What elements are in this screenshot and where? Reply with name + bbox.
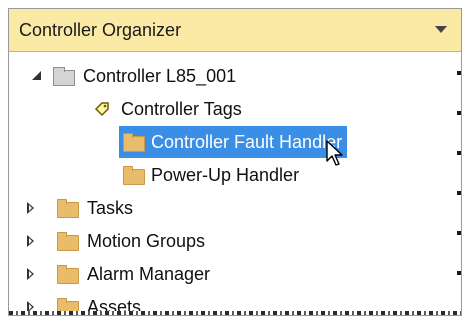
folder-icon bbox=[123, 166, 145, 185]
expand-closed-icon[interactable] bbox=[25, 202, 37, 214]
tree-item-label: Alarm Manager bbox=[87, 263, 211, 284]
tree-item-label: Motion Groups bbox=[87, 230, 206, 251]
torn-bottom-edge bbox=[9, 311, 461, 315]
controller-icon bbox=[53, 67, 75, 86]
tree-item-label: Controller Fault Handler bbox=[151, 131, 343, 152]
tree-item-label: Controller L85_001 bbox=[83, 65, 237, 86]
tree-item-label: Controller Tags bbox=[121, 98, 242, 119]
tree-item-power-up-handler[interactable]: Power-Up Handler bbox=[9, 159, 461, 191]
panel-header: Controller Organizer bbox=[9, 9, 461, 52]
tree-item-label: Tasks bbox=[87, 197, 134, 218]
tree-item-controller[interactable]: Controller L85_001 bbox=[9, 60, 461, 92]
expand-closed-icon[interactable] bbox=[25, 235, 37, 247]
chevron-down-icon[interactable] bbox=[435, 26, 447, 33]
torn-right-edge bbox=[457, 55, 461, 315]
expand-open-icon[interactable] bbox=[31, 70, 43, 82]
tree-item-label: Power-Up Handler bbox=[151, 164, 300, 185]
folder-icon bbox=[57, 265, 79, 284]
folder-icon bbox=[57, 199, 79, 218]
tag-icon bbox=[93, 100, 111, 118]
controller-organizer-panel: Controller Organizer Controller L85_001 … bbox=[8, 8, 462, 316]
mouse-pointer-icon bbox=[325, 139, 347, 169]
tree-item-controller-fault-handler[interactable]: Controller Fault Handler bbox=[9, 126, 461, 158]
tree-item-tasks[interactable]: Tasks bbox=[9, 192, 461, 224]
tree-item-alarm-manager[interactable]: Alarm Manager bbox=[9, 258, 461, 290]
folder-icon bbox=[57, 232, 79, 251]
folder-icon bbox=[123, 133, 145, 152]
tree-item-motion-groups[interactable]: Motion Groups bbox=[9, 225, 461, 257]
expand-closed-icon[interactable] bbox=[25, 268, 37, 280]
tree-item-controller-tags[interactable]: Controller Tags bbox=[9, 93, 461, 125]
panel-title: Controller Organizer bbox=[19, 19, 182, 40]
